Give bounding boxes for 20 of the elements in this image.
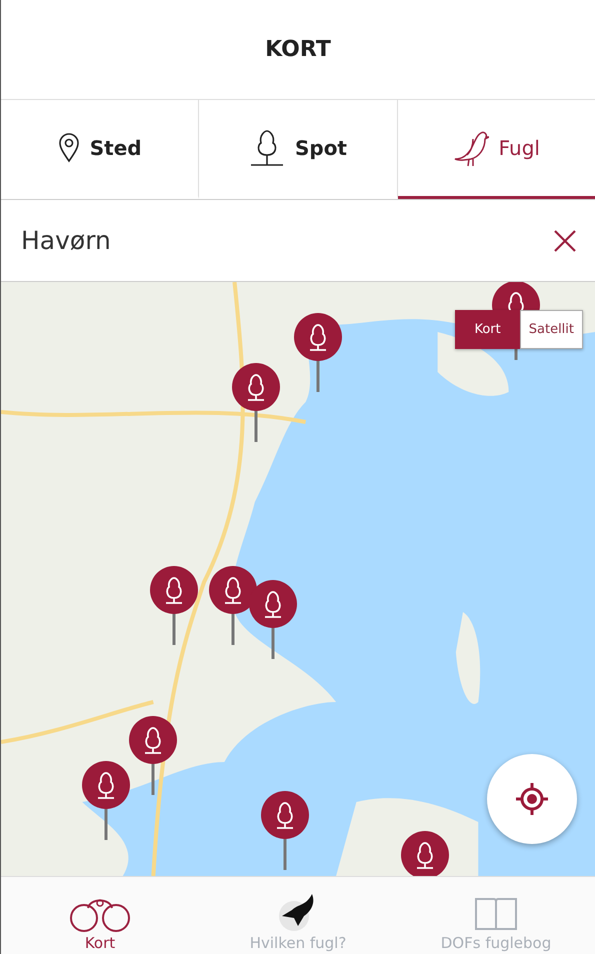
map-type-button[interactable]: Satellit — [520, 310, 583, 349]
book-icon — [473, 896, 519, 932]
map-marker[interactable] — [260, 790, 310, 870]
map-marker[interactable] — [128, 715, 178, 795]
map-marker[interactable] — [248, 579, 298, 659]
search-field[interactable]: Havørn — [21, 226, 553, 255]
map-marker[interactable] — [231, 362, 281, 442]
nav-item[interactable]: Kort — [1, 877, 199, 954]
location-pin-icon — [58, 133, 80, 163]
map-type-button[interactable]: Kort — [455, 310, 520, 349]
screen-title: KORT — [265, 37, 331, 62]
map-marker[interactable] — [208, 565, 258, 645]
map-marker[interactable] — [81, 760, 131, 840]
tree-icon — [248, 129, 285, 167]
peninsula-shape — [438, 332, 509, 396]
bird-icon — [452, 129, 489, 167]
close-icon[interactable] — [553, 228, 577, 252]
map-marker[interactable] — [293, 312, 343, 392]
crosshair-icon — [515, 782, 549, 816]
map-marker[interactable] — [149, 565, 199, 645]
